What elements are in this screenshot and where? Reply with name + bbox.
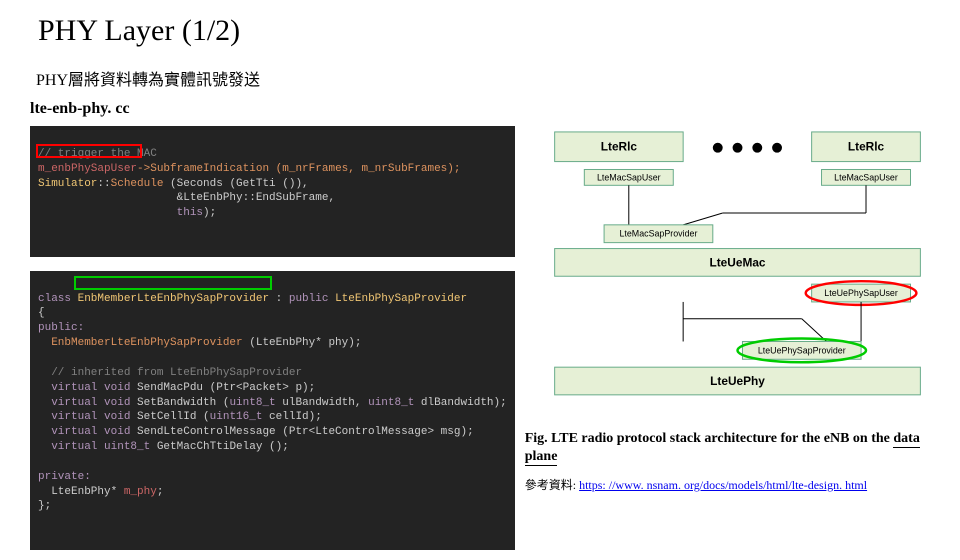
architecture-diagram: LteRlc LteRlc LteMacSapUser LteMacSapUse… [525, 126, 930, 413]
svg-text:LteUePhySapProvider: LteUePhySapProvider [758, 345, 846, 355]
svg-text:LteMacSapProvider: LteMacSapProvider [619, 229, 697, 239]
svg-text:LteRlc: LteRlc [848, 140, 885, 154]
reference-link[interactable]: https: //www. nsnam. org/docs/models/htm… [579, 478, 867, 492]
svg-text:LteUeMac: LteUeMac [709, 255, 765, 269]
reference: 參考資料: https: //www. nsnam. org/docs/mode… [525, 476, 930, 493]
svg-text:LteMacSapUser: LteMacSapUser [597, 172, 661, 182]
svg-text:LteRlc: LteRlc [601, 140, 638, 154]
code-block-2: class EnbMemberLteEnbPhySapProvider : pu… [30, 271, 515, 550]
svg-text:LteUePhySapUser: LteUePhySapUser [824, 288, 898, 298]
code-block-1: // trigger the MAC m_enbPhySapUser->Subf… [30, 126, 515, 257]
svg-text:LteUePhy: LteUePhy [710, 374, 765, 388]
highlight-green-class [74, 276, 272, 290]
svg-text:LteMacSapUser: LteMacSapUser [834, 172, 898, 182]
highlight-red-sapuser [36, 144, 142, 158]
subtitle: PHY層將資料轉為實體訊號發送 [36, 66, 930, 90]
page-title: PHY Layer (1/2) [38, 14, 930, 48]
figure-caption: Fig. LTE radio protocol stack architectu… [525, 430, 930, 466]
filename-label: lte-enb-phy. cc [30, 100, 930, 118]
